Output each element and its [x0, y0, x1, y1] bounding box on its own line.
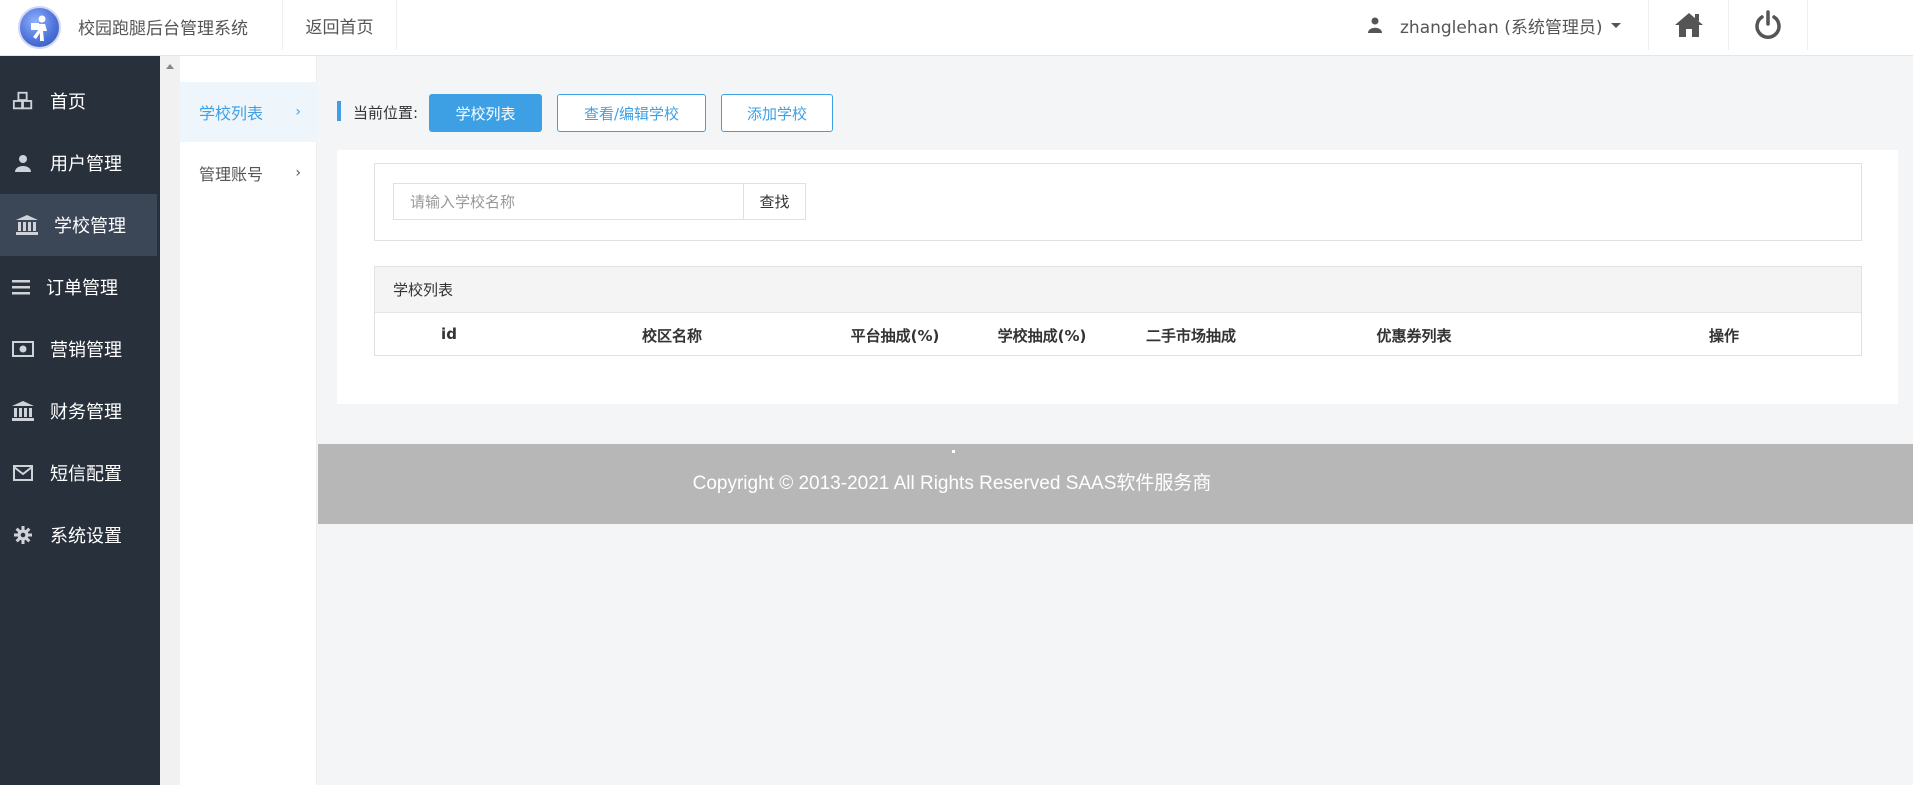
envelope-icon	[12, 462, 34, 484]
home-button[interactable]	[1648, 0, 1728, 50]
sidebar: 首页 用户管理 学校管理 订单管理 营销管理 财务管理 短信配置 系统设置	[0, 56, 160, 785]
home-icon	[1674, 13, 1703, 37]
column-header-actions: 操作	[1708, 327, 1740, 345]
gear-icon	[12, 524, 34, 546]
column-header-market-commission: 二手市场抽成	[1145, 327, 1237, 345]
top-header: 校园跑腿后台管理系统 返回首页 zhanglehan (系统管理员)	[0, 0, 1913, 56]
search-button[interactable]: 查找	[743, 183, 806, 220]
user-menu[interactable]: zhanglehan (系统管理员)	[1368, 12, 1621, 38]
user-icon	[12, 152, 34, 174]
column-header-school-commission: 学校抽成(%)	[997, 327, 1087, 345]
footer-dot	[952, 450, 955, 453]
subnav-item-label: 学校列表	[199, 104, 264, 123]
tab-view-edit-school[interactable]: 查看/编辑学校	[557, 94, 706, 132]
scroll-up-icon[interactable]	[166, 64, 174, 69]
power-icon	[1755, 10, 1781, 39]
subnav-item-label: 管理账号	[199, 165, 264, 184]
sidebar-item-label: 用户管理	[50, 154, 122, 175]
table-header-row: id 校区名称 平台抽成(%) 学校抽成(%) 二手市场抽成 优惠券列表 操作	[375, 313, 1861, 355]
column-header-platform-commission: 平台抽成(%)	[850, 327, 940, 345]
chevron-right-icon: ›	[295, 104, 301, 120]
sidebar-item-users[interactable]: 用户管理	[0, 132, 157, 194]
tab-add-school[interactable]: 添加学校	[721, 94, 833, 132]
tab-school-list[interactable]: 学校列表	[429, 94, 542, 132]
sidebar-item-marketing[interactable]: 营销管理	[0, 318, 157, 380]
chevron-right-icon: ›	[295, 165, 301, 181]
sidebar-item-label: 首页	[50, 92, 86, 113]
user-icon	[1368, 17, 1382, 33]
breadcrumb-label: 当前位置:	[353, 104, 419, 122]
sidebar-item-settings[interactable]: 系统设置	[0, 504, 157, 566]
column-header-coupon-list: 优惠券列表	[1376, 327, 1452, 345]
sidebar-item-finance[interactable]: 财务管理	[0, 380, 157, 442]
sidebar-item-label: 订单管理	[46, 278, 118, 299]
sub-nav: 学校列表 › 管理账号 ›	[180, 56, 317, 785]
logo-icon	[18, 6, 61, 49]
column-header-campus-name: 校区名称	[641, 327, 703, 345]
content-panel: 查找 学校列表 id 校区名称 平台抽成(%) 学校抽成(%) 二手市场抽成 优…	[337, 150, 1898, 404]
school-table: 学校列表 id 校区名称 平台抽成(%) 学校抽成(%) 二手市场抽成 优惠券列…	[374, 266, 1862, 356]
sidebar-item-label: 营销管理	[50, 340, 122, 361]
cubes-icon	[12, 90, 34, 112]
search-input[interactable]	[393, 183, 744, 220]
subnav-item-admin-accounts[interactable]: 管理账号 ›	[180, 143, 317, 203]
sidebar-item-sms[interactable]: 短信配置	[0, 442, 157, 504]
sidebar-item-label: 系统设置	[50, 526, 122, 547]
column-header-id: id	[441, 325, 457, 343]
subnav-item-school-list[interactable]: 学校列表 ›	[180, 82, 317, 142]
user-name: zhanglehan (系统管理员)	[1400, 17, 1603, 38]
sidebar-scrollbar[interactable]	[160, 56, 180, 785]
sidebar-item-home[interactable]: 首页	[0, 70, 157, 132]
table-title: 学校列表	[375, 267, 1861, 313]
sidebar-item-label: 短信配置	[50, 464, 122, 485]
sidebar-item-orders[interactable]: 订单管理	[0, 256, 157, 318]
sidebar-item-label: 学校管理	[54, 216, 126, 237]
app-title: 校园跑腿后台管理系统	[78, 19, 248, 39]
footer: Copyright © 2013-2021 All Rights Reserve…	[318, 444, 1913, 524]
money-icon	[12, 338, 34, 360]
caret-down-icon	[1610, 22, 1621, 28]
back-home-link[interactable]: 返回首页	[282, 0, 397, 50]
bank-icon	[12, 400, 34, 422]
breadcrumb-marker	[337, 101, 341, 121]
list-icon	[10, 276, 32, 298]
bank-icon	[16, 214, 38, 236]
footer-copyright: Copyright © 2013-2021 All Rights Reserve…	[692, 473, 1212, 494]
logout-button[interactable]	[1728, 0, 1808, 50]
sidebar-item-label: 财务管理	[50, 402, 122, 423]
sidebar-item-schools[interactable]: 学校管理	[0, 194, 157, 256]
search-area: 查找	[374, 163, 1862, 241]
